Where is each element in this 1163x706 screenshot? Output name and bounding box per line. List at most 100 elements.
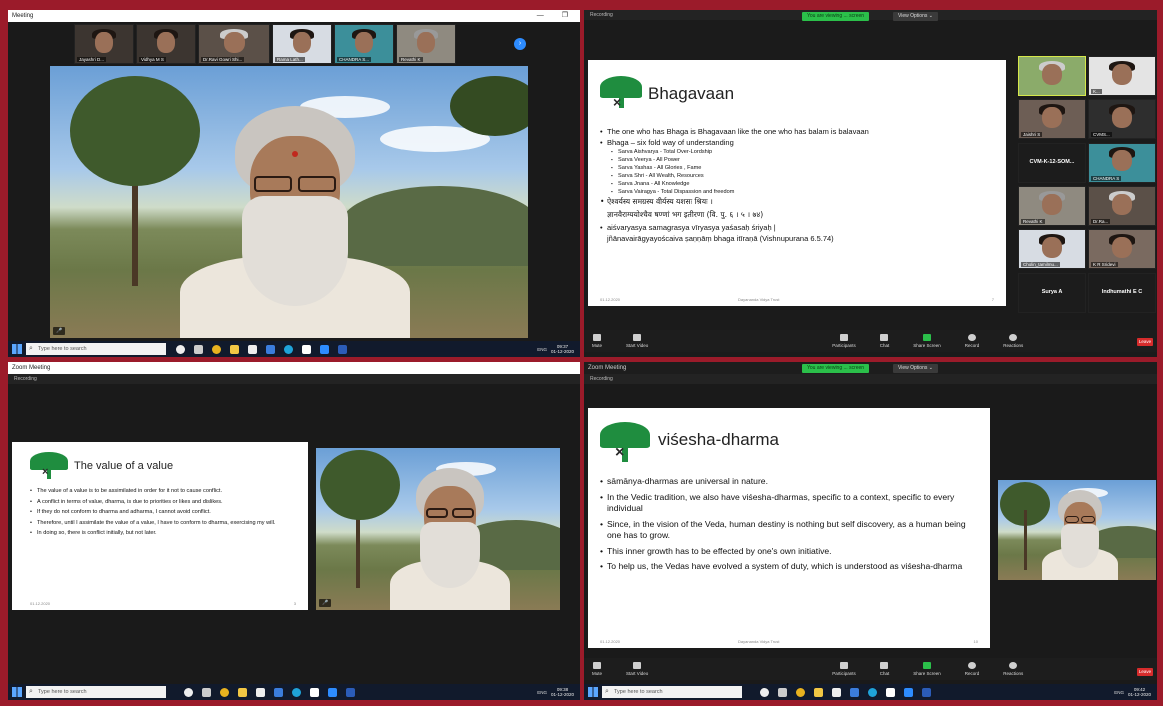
gallery-tile[interactable]: K... xyxy=(1088,56,1156,96)
language-indicator[interactable]: ENG xyxy=(1114,690,1124,695)
zoom-app-icon[interactable] xyxy=(328,687,337,697)
windows-start-icon[interactable] xyxy=(12,344,22,354)
task-view-icon[interactable] xyxy=(202,687,211,697)
participant-thumb[interactable]: Revathi K xyxy=(396,24,456,64)
store-icon[interactable] xyxy=(256,687,265,697)
file-explorer-icon[interactable] xyxy=(238,687,247,697)
slide-bullet: Bhaga – six fold way of understanding xyxy=(600,137,1000,148)
chrome-icon[interactable] xyxy=(796,687,805,697)
view-options-menu[interactable]: View Options ⌄ xyxy=(893,364,938,373)
system-tray: ENG 09:38 01-12-2020 xyxy=(537,684,574,700)
next-page-arrow-icon[interactable]: › xyxy=(514,38,526,50)
taskbar-search-input[interactable]: Type here to search xyxy=(26,686,166,698)
reactions-button[interactable]: Reactions xyxy=(1003,662,1023,676)
mail-icon[interactable] xyxy=(850,687,859,697)
edge-icon[interactable] xyxy=(868,687,877,697)
cortana-icon[interactable] xyxy=(760,687,769,697)
store-icon[interactable] xyxy=(832,687,841,697)
gallery-tile[interactable]: CVMS... xyxy=(1088,99,1156,140)
gallery-tile[interactable]: CVM-K-12-SOM... xyxy=(1018,142,1086,183)
language-indicator[interactable]: ENG xyxy=(537,347,547,352)
participant-thumb[interactable]: Jayashri D... xyxy=(74,24,134,64)
zoom-app-icon[interactable] xyxy=(904,687,913,697)
view-options-menu[interactable]: View Options ⌄ xyxy=(893,12,938,21)
mute-button[interactable]: Mute xyxy=(592,662,602,676)
start-video-button[interactable]: Start Video xyxy=(626,334,648,348)
taskbar-search-input[interactable]: Type here to search xyxy=(26,343,166,355)
participant-thumb[interactable]: Dr.Ravi Gowri Shi... xyxy=(198,24,270,64)
task-view-icon[interactable] xyxy=(194,344,203,354)
app-icon[interactable] xyxy=(302,344,311,354)
participants-button[interactable]: Participants xyxy=(832,334,856,348)
reactions-button[interactable]: Reactions xyxy=(1003,334,1023,348)
windows-start-icon[interactable] xyxy=(12,687,22,697)
participant-thumb[interactable]: Rama Lath... xyxy=(272,24,332,64)
leave-button[interactable]: Leave xyxy=(1137,668,1153,676)
slide-bullet: This inner growth has to be effected by … xyxy=(600,546,970,558)
word-icon[interactable] xyxy=(346,687,355,697)
mail-icon[interactable] xyxy=(274,687,283,697)
word-icon[interactable] xyxy=(922,687,931,697)
leave-button[interactable]: Leave xyxy=(1137,338,1153,346)
participant-thumb[interactable]: CHANDRA S... xyxy=(334,24,394,64)
task-view-icon[interactable] xyxy=(778,687,787,697)
language-indicator[interactable]: ENG xyxy=(537,690,547,695)
mute-button[interactable]: Mute xyxy=(592,334,602,348)
windows-start-icon[interactable] xyxy=(588,687,598,697)
gallery-tile[interactable]: Indhumathi E C xyxy=(1088,272,1156,313)
mail-icon[interactable] xyxy=(266,344,275,354)
taskbar-clock[interactable]: 09:42 01-12-2020 xyxy=(1128,687,1151,697)
participants-button[interactable]: Participants xyxy=(832,662,856,676)
active-speaker-video[interactable]: 🎤 xyxy=(50,66,528,338)
taskbar-search-input[interactable]: Type here to search xyxy=(602,686,742,698)
gallery-tile[interactable]: Revathi K xyxy=(1018,185,1086,226)
chat-button[interactable]: Chat xyxy=(880,334,889,348)
gallery-tile[interactable]: Dr.Ra... xyxy=(1088,185,1156,226)
gallery-tile[interactable]: Surya A xyxy=(1018,272,1086,313)
slide-bullet: A conflict in terms of value, dharma, is… xyxy=(30,499,290,507)
app-icon[interactable] xyxy=(886,687,895,697)
record-button[interactable]: Record xyxy=(965,662,979,676)
word-icon[interactable] xyxy=(338,344,347,354)
microphone-muted-icon: 🎤 xyxy=(53,327,66,335)
store-icon[interactable] xyxy=(248,344,257,354)
window-controls[interactable]: — ❐ xyxy=(537,10,576,22)
start-video-button[interactable]: Start Video xyxy=(626,662,648,676)
edge-icon[interactable] xyxy=(284,344,293,354)
recording-indicator: Recording xyxy=(584,10,1157,20)
taskbar-clock[interactable]: 09:37 01-12-2020 xyxy=(551,344,574,354)
share-status-banner: You are viewing ... screen xyxy=(802,12,870,21)
gallery-tile[interactable] xyxy=(1018,56,1086,96)
app-icon[interactable] xyxy=(310,687,319,697)
gallery-tile[interactable]: Jaishri S xyxy=(1018,99,1086,140)
file-explorer-icon[interactable] xyxy=(814,687,823,697)
meeting-window-bottom-right: Zoom Meeting You are viewing ... screen … xyxy=(584,362,1157,700)
chrome-icon[interactable] xyxy=(220,687,229,697)
participant-name: K... xyxy=(1091,89,1102,94)
participant-name: CHANDRA S... xyxy=(337,57,372,62)
share-screen-button[interactable]: Share Screen xyxy=(913,334,941,348)
cortana-icon[interactable] xyxy=(176,344,185,354)
file-explorer-icon[interactable] xyxy=(230,344,239,354)
participant-thumb[interactable]: Vidhya M S xyxy=(136,24,196,64)
meeting-toolbar: Mute Start Video Participants Chat Share… xyxy=(584,330,1157,352)
gallery-tile[interactable]: K R Sridevi xyxy=(1088,229,1156,270)
windows-taskbar: Type here to search ENG 09:3801-12-2020 xyxy=(8,684,580,700)
slide-bullet: In doing so, there is conflict initially… xyxy=(30,530,290,538)
record-button[interactable]: Record xyxy=(965,334,979,348)
gallery-tile[interactable]: CHANDRA S xyxy=(1088,142,1156,183)
chrome-icon[interactable] xyxy=(212,344,221,354)
edge-icon[interactable] xyxy=(292,687,301,697)
active-speaker-video[interactable] xyxy=(998,480,1156,580)
share-screen-button[interactable]: Share Screen xyxy=(913,662,941,676)
zoom-app-icon[interactable] xyxy=(320,344,329,354)
taskbar-clock[interactable]: 09:38 01-12-2020 xyxy=(551,687,574,697)
chat-button[interactable]: Chat xyxy=(880,662,889,676)
slide-bullet-list: sāmānya-dharmas are universal in nature.… xyxy=(600,476,970,573)
participant-name: Surya A xyxy=(1041,288,1063,295)
gallery-tile[interactable]: Cholin_tamilmu... xyxy=(1018,229,1086,270)
meeting-window-top-left: Meeting — ❐ Jayashri D... Vidhya M S Dr.… xyxy=(8,10,580,357)
cortana-icon[interactable] xyxy=(184,687,193,697)
participant-name: Indhumathi E C xyxy=(1101,288,1143,295)
active-speaker-video[interactable]: 🎤 xyxy=(316,448,560,610)
